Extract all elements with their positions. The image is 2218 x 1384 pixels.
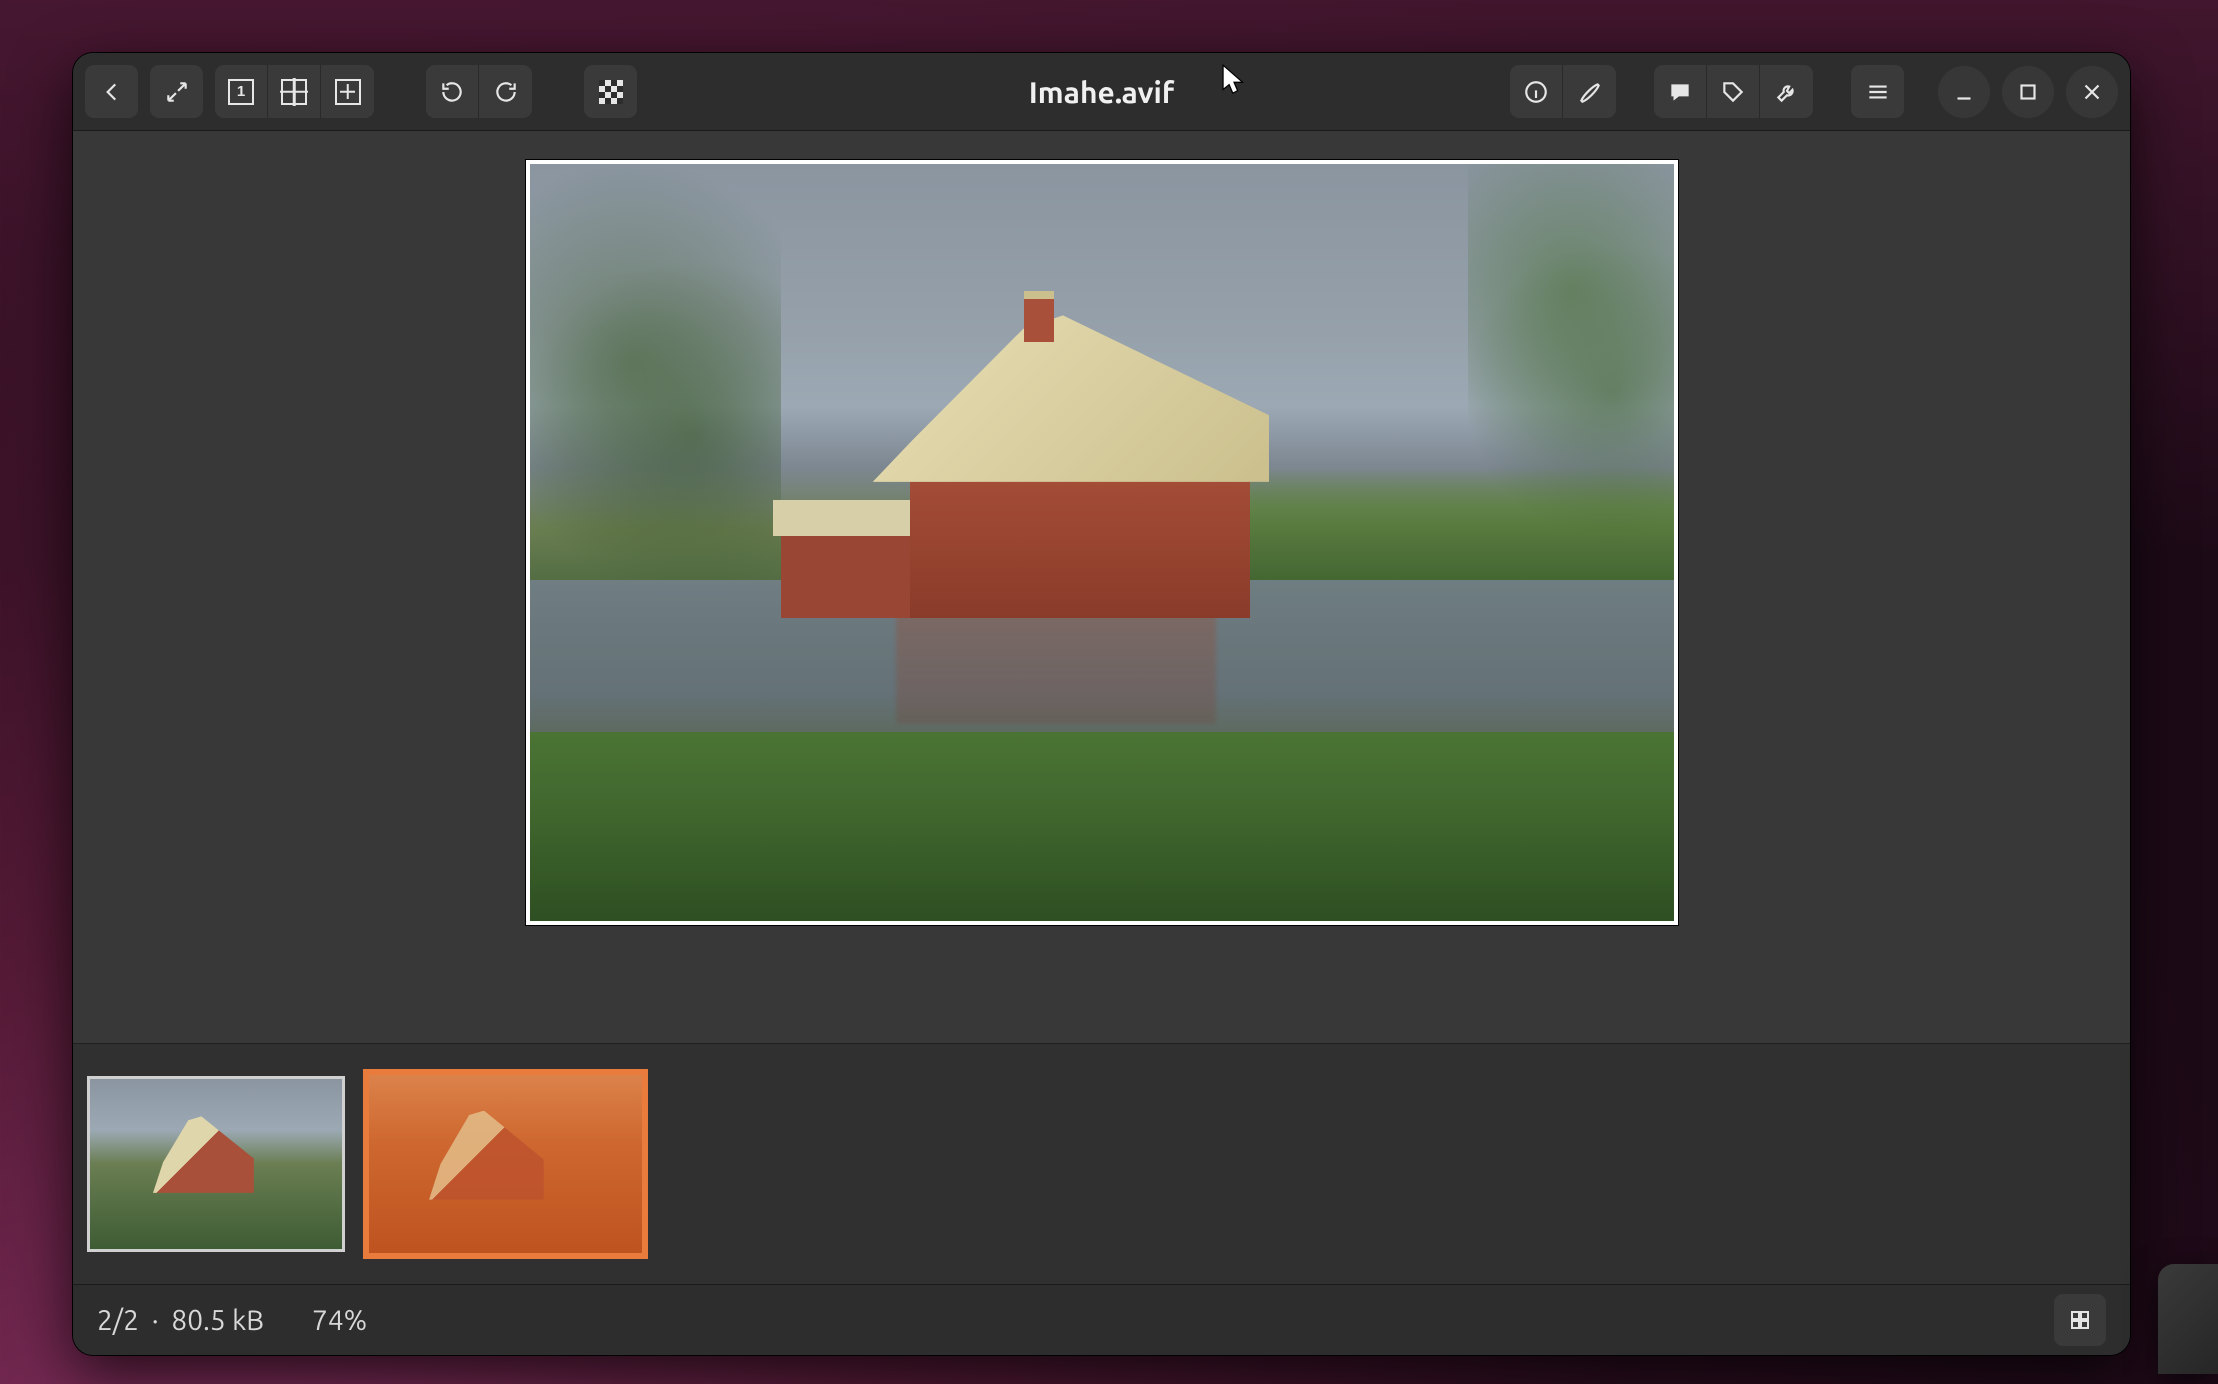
rotate-ccw-icon [439, 79, 465, 105]
comment-icon [1667, 79, 1693, 105]
thumbnail-strip [73, 1043, 2130, 1284]
image-frame [525, 159, 1679, 926]
displayed-image [530, 164, 1674, 921]
brush-icon [1577, 79, 1603, 105]
thumbnail-image [369, 1075, 642, 1253]
rotate-ccw-button[interactable] [426, 65, 479, 118]
meta-group [1654, 65, 1813, 118]
rotate-group [426, 65, 532, 118]
info-edit-group [1510, 65, 1616, 118]
status-bar: 2/2 · 80.5 kB 74% [73, 1284, 2130, 1355]
zoom-in-icon [335, 79, 361, 105]
status-position-size: 2/2 · 80.5 kB [97, 1305, 264, 1336]
properties-button[interactable] [1510, 65, 1563, 118]
rotate-cw-icon [493, 79, 519, 105]
minimize-icon [1951, 79, 1977, 105]
back-button[interactable] [85, 65, 138, 118]
image-canvas[interactable] [73, 131, 2130, 1043]
tools-button[interactable] [1760, 65, 1813, 118]
edit-button[interactable] [1563, 65, 1616, 118]
transparency-toggle-button[interactable] [584, 65, 637, 118]
tag-icon [1720, 79, 1746, 105]
minimize-button[interactable] [1938, 66, 1990, 118]
window-title: Imahe.avif [1029, 75, 1174, 109]
hamburger-menu-button[interactable] [1851, 65, 1904, 118]
grid-view-button[interactable] [2054, 1294, 2106, 1346]
thumbnail-1[interactable] [87, 1076, 345, 1252]
title-area: Imahe.avif [1029, 53, 1174, 130]
adjacent-window-fragment [2158, 1264, 2218, 1374]
zoom-in-button[interactable] [321, 65, 374, 118]
grid-icon [2068, 1308, 2092, 1332]
thumbnail-2[interactable] [363, 1069, 648, 1259]
tag-button[interactable] [1707, 65, 1760, 118]
toolbar: 1 Imahe.avif [73, 53, 2130, 131]
comment-button[interactable] [1654, 65, 1707, 118]
zoom-100-button[interactable]: 1 [215, 65, 268, 118]
rotate-cw-button[interactable] [479, 65, 532, 118]
zoom-group: 1 [215, 65, 374, 118]
checkerboard-icon [599, 80, 623, 104]
image-viewer-window: 1 Imahe.avif [73, 53, 2130, 1355]
close-icon [2079, 79, 2105, 105]
menu-icon [1865, 79, 1891, 105]
info-icon [1523, 79, 1549, 105]
zoom-100-icon: 1 [228, 79, 254, 105]
zoom-fit-icon [281, 79, 307, 105]
fullscreen-icon [164, 79, 190, 105]
status-zoom: 74% [312, 1305, 367, 1336]
zoom-fit-button[interactable] [268, 65, 321, 118]
wrench-icon [1774, 79, 1800, 105]
maximize-button[interactable] [2002, 66, 2054, 118]
fullscreen-button[interactable] [150, 65, 203, 118]
maximize-icon [2015, 79, 2041, 105]
thumbnail-image [90, 1079, 342, 1249]
close-button[interactable] [2066, 66, 2118, 118]
chevron-left-icon [99, 79, 125, 105]
